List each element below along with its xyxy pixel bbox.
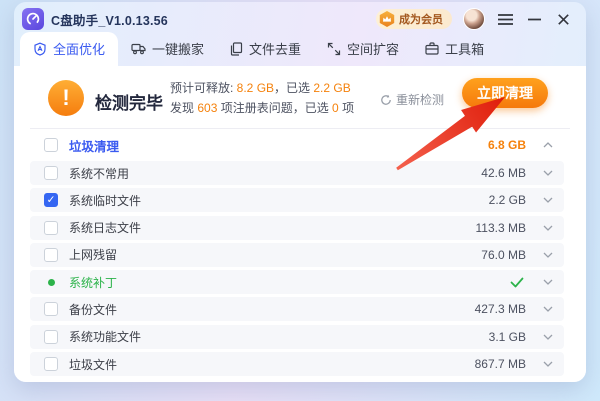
list-item[interactable]: 系统临时文件 2.2 GB bbox=[30, 188, 564, 212]
list-item[interactable]: 系统功能文件 3.1 GB bbox=[30, 325, 564, 349]
recheck-button[interactable]: 重新检测 bbox=[380, 91, 444, 108]
tab-label: 一键搬家 bbox=[152, 39, 204, 58]
status-dot-icon[interactable] bbox=[44, 275, 58, 289]
member-badge[interactable]: 成为会员 bbox=[376, 9, 452, 29]
registry-count: 603 bbox=[197, 101, 217, 115]
row-checkbox[interactable] bbox=[44, 166, 58, 180]
group-size: 6.8 GB bbox=[488, 138, 526, 152]
row-size: 113.3 MB bbox=[476, 221, 526, 235]
list-item[interactable]: 垃圾文件 867.7 MB bbox=[30, 352, 564, 376]
toolbox-icon bbox=[425, 42, 439, 55]
window-title: C盘助手_V1.0.13.56 bbox=[51, 10, 168, 29]
registry-line: 发现 603 项注册表问题，已选 0 项 bbox=[170, 98, 354, 118]
scan-details: 预计可释放: 8.2 GB，已选 2.2 GB 发现 603 项注册表问题，已选… bbox=[170, 78, 354, 118]
chevron-down-icon[interactable] bbox=[542, 197, 554, 203]
crown-icon bbox=[379, 11, 395, 27]
chevron-down-icon[interactable] bbox=[542, 361, 554, 367]
tab-label: 全面优化 bbox=[53, 39, 105, 58]
title-bar: C盘助手_V1.0.13.56 成为会员 bbox=[14, 2, 586, 36]
member-label: 成为会员 bbox=[399, 11, 443, 27]
registry-selected: 0 bbox=[332, 101, 339, 115]
chevron-down-icon[interactable] bbox=[542, 170, 554, 176]
list-item[interactable]: 系统日志文件 113.3 MB bbox=[30, 216, 564, 240]
group-checkbox[interactable] bbox=[44, 138, 58, 152]
tab-label: 文件去重 bbox=[249, 39, 301, 58]
row-size: 76.0 MB bbox=[481, 248, 526, 262]
tab-dedupe[interactable]: 文件去重 bbox=[217, 32, 314, 66]
row-checkbox[interactable] bbox=[44, 193, 58, 207]
row-label: 上网残留 bbox=[69, 246, 117, 263]
chevron-down-icon[interactable] bbox=[542, 279, 554, 285]
chevron-down-icon[interactable] bbox=[542, 252, 554, 258]
scan-summary: ! 检测完毕 预计可释放: 8.2 GB，已选 2.2 GB 发现 603 项注… bbox=[30, 66, 564, 128]
row-label: 系统功能文件 bbox=[69, 328, 141, 345]
refresh-icon bbox=[380, 94, 392, 106]
optimize-icon bbox=[33, 42, 47, 56]
releasable-line: 预计可释放: 8.2 GB，已选 2.2 GB bbox=[170, 78, 354, 98]
row-checkbox[interactable] bbox=[44, 330, 58, 344]
close-icon[interactable] bbox=[554, 10, 572, 28]
app-window: C盘助手_V1.0.13.56 成为会员 bbox=[14, 2, 586, 382]
clean-now-button[interactable]: 立即清理 bbox=[462, 78, 548, 108]
row-size: 867.7 MB bbox=[475, 357, 526, 371]
expand-icon bbox=[327, 42, 341, 56]
tab-expand[interactable]: 空间扩容 bbox=[314, 32, 412, 66]
row-label: 备份文件 bbox=[69, 301, 117, 318]
row-checkbox[interactable] bbox=[44, 248, 58, 262]
row-label: 系统补丁 bbox=[69, 274, 117, 291]
row-size: 42.6 MB bbox=[481, 166, 526, 180]
tab-toolbox[interactable]: 工具箱 bbox=[412, 32, 497, 66]
row-checkbox[interactable] bbox=[44, 221, 58, 235]
chevron-down-icon[interactable] bbox=[542, 334, 554, 340]
scan-status: 检测完毕 bbox=[95, 89, 163, 114]
row-size: 3.1 GB bbox=[489, 330, 526, 344]
minimize-icon[interactable] bbox=[525, 10, 543, 28]
row-label: 垃圾文件 bbox=[69, 356, 117, 373]
group-header-junk-clean[interactable]: 垃圾清理 6.8 GB bbox=[30, 129, 564, 159]
releasable-size: 8.2 GB bbox=[237, 81, 274, 95]
row-label: 系统临时文件 bbox=[69, 192, 141, 209]
tab-label: 工具箱 bbox=[445, 39, 484, 58]
tab-move[interactable]: 一键搬家 bbox=[118, 32, 217, 66]
menu-icon[interactable] bbox=[496, 10, 514, 28]
move-icon bbox=[131, 42, 146, 55]
chevron-down-icon[interactable] bbox=[542, 306, 554, 312]
row-size: 427.3 MB bbox=[475, 302, 526, 316]
selected-size: 2.2 GB bbox=[313, 81, 350, 95]
tab-label: 空间扩容 bbox=[347, 39, 399, 58]
row-size: 2.2 GB bbox=[489, 193, 526, 207]
list-item[interactable]: 系统补丁 bbox=[30, 270, 564, 294]
row-checkbox[interactable] bbox=[44, 357, 58, 371]
list-item[interactable]: 上网残留 76.0 MB bbox=[30, 243, 564, 267]
avatar[interactable] bbox=[463, 8, 485, 30]
row-label: 系统不常用 bbox=[69, 165, 129, 182]
chevron-up-icon[interactable] bbox=[542, 142, 554, 148]
chevron-down-icon[interactable] bbox=[542, 225, 554, 231]
row-checkbox[interactable] bbox=[44, 302, 58, 316]
group-label: 垃圾清理 bbox=[69, 136, 119, 155]
list-item[interactable]: 系统不常用 42.6 MB bbox=[30, 161, 564, 185]
row-label: 系统日志文件 bbox=[69, 219, 141, 236]
junk-item-list: 系统不常用 42.6 MB 系统临时文件 2.2 GB 系统日志文件 113.3… bbox=[30, 159, 564, 376]
app-identity: C盘助手_V1.0.13.56 bbox=[18, 8, 168, 30]
tab-optimize[interactable]: 全面优化 bbox=[20, 32, 118, 66]
tab-bar: 全面优化 一键搬家 文件去重 空间扩容 工具箱 bbox=[14, 36, 586, 66]
success-check-icon bbox=[510, 277, 524, 288]
dedupe-icon bbox=[230, 42, 243, 56]
warning-icon: ! bbox=[48, 80, 84, 116]
app-logo-icon bbox=[22, 8, 44, 30]
main-content: ! 检测完毕 预计可释放: 8.2 GB，已选 2.2 GB 发现 603 项注… bbox=[14, 66, 586, 382]
list-item[interactable]: 备份文件 427.3 MB bbox=[30, 297, 564, 321]
